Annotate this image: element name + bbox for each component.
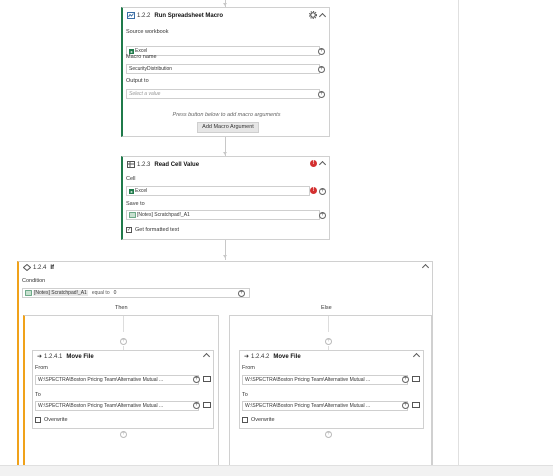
output-to-add-icon[interactable]: + bbox=[318, 91, 325, 98]
status-bar bbox=[0, 465, 553, 476]
save-to-label: Save to bbox=[126, 201, 145, 207]
move-file-else-card[interactable]: ➜ 1.2.4.2 Move File From W:\SPECTRA\Bost… bbox=[239, 350, 424, 429]
operator-text[interactable]: equal to bbox=[92, 290, 110, 296]
folder-icon[interactable] bbox=[203, 402, 211, 408]
run-macro-header: 1.2.2 Run Spreadsheet Macro bbox=[127, 12, 223, 19]
then-insert-top-icon[interactable]: + bbox=[120, 338, 127, 345]
variable-icon bbox=[129, 212, 136, 218]
cell-field[interactable]: x Excel bbox=[126, 186, 310, 196]
save-to-field[interactable]: [Notes] Scratchpad!_A1 bbox=[126, 210, 320, 220]
panel-divider bbox=[458, 0, 459, 465]
to-add-icon[interactable]: + bbox=[402, 402, 409, 409]
source-workbook-add-icon[interactable]: + bbox=[318, 48, 325, 55]
save-to-add-icon[interactable]: + bbox=[319, 212, 326, 219]
folder-icon[interactable] bbox=[412, 376, 420, 382]
formatted-text-checkbox[interactable]: ✓ bbox=[126, 227, 132, 233]
output-to-label: Output to bbox=[126, 78, 149, 84]
condition-add-icon[interactable]: + bbox=[238, 290, 245, 297]
condition-left-field[interactable]: [Notes] Scratchpad!_A1 equal to 0 bbox=[22, 288, 250, 298]
collapse-chevron-icon[interactable] bbox=[202, 352, 211, 361]
condition-right-value[interactable]: 0 bbox=[114, 290, 117, 296]
cell-error-icon[interactable]: ! bbox=[310, 187, 317, 194]
step-title: Run Spreadsheet Macro bbox=[154, 12, 224, 19]
collapse-chevron-icon[interactable] bbox=[318, 160, 327, 169]
collapse-chevron-icon[interactable] bbox=[412, 352, 421, 361]
add-macro-argument-button[interactable]: Add Macro Argument bbox=[197, 122, 259, 133]
formatted-text-label: Get formatted text bbox=[135, 227, 180, 233]
to-field[interactable]: W:\SPECTRA\Boston Pricing Team\Alternati… bbox=[35, 401, 199, 411]
read-cell-header: 1.2.3 Read Cell Value bbox=[127, 161, 199, 168]
if-header: 1.2.4 If bbox=[23, 264, 54, 271]
macro-name-field[interactable]: SecurityDistribution bbox=[126, 64, 320, 74]
step-title: If bbox=[50, 264, 55, 271]
move-file-then-card[interactable]: ➜ 1.2.4.1 Move File From W:\SPECTRA\Bost… bbox=[32, 350, 214, 429]
cell-add-icon[interactable]: + bbox=[319, 188, 326, 195]
collapse-chevron-icon[interactable] bbox=[318, 12, 327, 20]
from-field[interactable]: W:\SPECTRA\Boston Pricing Team\Alternati… bbox=[242, 375, 408, 385]
gear-icon[interactable] bbox=[309, 11, 317, 19]
to-field[interactable]: W:\SPECTRA\Boston Pricing Team\Alternati… bbox=[242, 401, 408, 411]
overwrite-checkbox[interactable] bbox=[242, 417, 248, 423]
step-title: Read Cell Value bbox=[154, 161, 200, 168]
folder-icon[interactable] bbox=[412, 402, 420, 408]
else-label: Else bbox=[321, 305, 332, 311]
macro-icon bbox=[127, 12, 135, 19]
overwrite-checkbox[interactable] bbox=[35, 417, 41, 423]
step-number: 1.2.2 bbox=[137, 12, 151, 19]
excel-icon: x bbox=[129, 48, 134, 54]
from-add-icon[interactable]: + bbox=[402, 376, 409, 383]
source-workbook-label: Source workbook bbox=[126, 29, 169, 35]
move-arrow-icon: ➜ bbox=[37, 354, 43, 360]
macro-name-add-icon[interactable]: + bbox=[318, 66, 325, 73]
to-label: To bbox=[35, 392, 41, 398]
step-number: 1.2.4 bbox=[33, 264, 47, 271]
to-add-icon[interactable]: + bbox=[193, 402, 200, 409]
variable-icon bbox=[25, 290, 32, 296]
error-icon[interactable]: ! bbox=[310, 160, 317, 167]
overwrite-label: Overwrite bbox=[44, 417, 68, 423]
read-cell-card[interactable]: 1.2.3 Read Cell Value ! Cell x Excel ! + … bbox=[121, 156, 330, 240]
else-branch: + ➜ 1.2.4.2 Move File From W:\SPECTRA\Bo… bbox=[229, 315, 432, 466]
else-insert-bottom-icon[interactable]: + bbox=[325, 431, 332, 438]
macro-args-hint: Press button below to add macro argument… bbox=[172, 112, 281, 118]
output-to-field[interactable]: Select a value bbox=[126, 89, 320, 99]
folder-icon[interactable] bbox=[203, 376, 211, 382]
macro-name-label: Macro name bbox=[126, 54, 157, 60]
from-label: From bbox=[35, 365, 48, 371]
else-insert-top-icon[interactable]: + bbox=[325, 338, 332, 345]
if-card[interactable]: 1.2.4 If Condition [Notes] Scratchpad!_A… bbox=[17, 261, 433, 466]
read-cell-icon bbox=[127, 161, 135, 168]
then-insert-bottom-icon[interactable]: + bbox=[120, 431, 127, 438]
move-arrow-icon: ➜ bbox=[244, 354, 250, 360]
cell-label: Cell bbox=[126, 176, 136, 182]
from-field[interactable]: W:\SPECTRA\Boston Pricing Team\Alternati… bbox=[35, 375, 199, 385]
excel-icon: x bbox=[129, 188, 134, 194]
step-number: 1.2.3 bbox=[137, 161, 151, 168]
to-label: To bbox=[242, 392, 248, 398]
condition-label: Condition bbox=[22, 278, 46, 284]
collapse-chevron-icon[interactable] bbox=[421, 263, 430, 272]
run-macro-card[interactable]: 1.2.2 Run Spreadsheet Macro Source workb… bbox=[121, 7, 330, 137]
from-add-icon[interactable]: + bbox=[193, 376, 200, 383]
overwrite-label: Overwrite bbox=[251, 417, 275, 423]
then-branch: + ➜ 1.2.4.1 Move File From W:\SPECTRA\Bo… bbox=[23, 315, 219, 466]
condition-icon bbox=[23, 264, 31, 271]
then-label: Then bbox=[115, 305, 128, 311]
from-label: From bbox=[242, 365, 255, 371]
